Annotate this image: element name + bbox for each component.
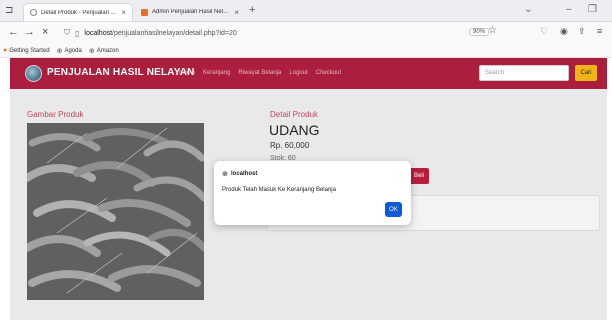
tab-detail-produk[interactable]: Detail Produk - Penjualan Hasil × xyxy=(23,3,133,21)
tab-list-icon[interactable]: ⊐ xyxy=(5,5,13,16)
menu-home[interactable]: Home xyxy=(179,70,195,76)
zoom-level[interactable]: 90% xyxy=(469,28,490,36)
menu-keranjang[interactable]: Keranjang xyxy=(203,70,230,76)
url-path: /penjualanhasilnelayan/detail.php?id=20 xyxy=(112,29,237,37)
site-favicon-icon xyxy=(141,8,148,16)
pocket-icon[interactable]: ♡ xyxy=(540,26,548,37)
shield-icon: ⛉ xyxy=(64,28,70,37)
bookmark-star-icon[interactable]: ☆ xyxy=(488,25,497,36)
menu-icon[interactable]: ≡ xyxy=(597,26,602,36)
minimize-icon[interactable]: – xyxy=(566,4,572,15)
search-input[interactable]: Search xyxy=(479,65,569,81)
globe-icon xyxy=(30,9,37,16)
account-icon[interactable]: ◉ xyxy=(560,26,568,37)
alert-dialog: ⊕ localhost Produk Telah Masuk Ke Keranj… xyxy=(214,161,411,225)
globe-icon: ⊕ xyxy=(56,47,63,55)
image-heading: Gambar Produk xyxy=(27,110,84,119)
page-icon: ▯ xyxy=(75,28,80,38)
restore-icon[interactable]: ❐ xyxy=(588,4,597,15)
main-menu: Home Keranjang Riwayat Belanja Logout Ch… xyxy=(179,70,349,76)
product-price: Rp. 60,000 xyxy=(270,141,310,150)
url-bar[interactable]: ⛉ ▯ localhost/penjualanhasilnelayan/deta… xyxy=(64,25,534,41)
bookmark-amazon[interactable]: ⊕ Amazon xyxy=(89,47,119,55)
product-name: UDANG xyxy=(269,122,320,138)
search-button[interactable]: Cari xyxy=(575,65,597,81)
menu-logout[interactable]: Logout xyxy=(289,70,307,76)
share-icon[interactable]: ⇪ xyxy=(578,26,586,37)
browser-tab-strip: ⊐ Detail Produk - Penjualan Hasil × Admi… xyxy=(0,0,612,22)
product-image xyxy=(27,123,204,300)
bookmarks-bar: ● Getting Started ⊕ Agoda ⊕ Amazon xyxy=(0,44,612,58)
browser-nav-bar: ← → × ⛉ ▯ localhost/penjualanhasilnelaya… xyxy=(0,22,612,44)
tab-admin[interactable]: Admin Penjualan Hasil Nelayan × xyxy=(135,3,245,21)
dialog-message: Produk Telah Masuk Ke Keranjang Belanja xyxy=(222,187,336,193)
firefox-icon: ● xyxy=(3,47,8,54)
close-tab-icon[interactable]: × xyxy=(234,8,239,17)
shrimp-photo xyxy=(27,123,204,300)
close-tab-icon[interactable]: × xyxy=(121,8,126,17)
dialog-host: localhost xyxy=(231,171,258,177)
globe-icon: ⊕ xyxy=(222,171,228,178)
menu-checkout[interactable]: Checkout xyxy=(316,70,341,76)
brand-title[interactable]: PENJUALAN HASIL NELAYAN xyxy=(47,67,195,78)
forward-arrow-icon[interactable]: → xyxy=(24,26,35,38)
back-arrow-icon[interactable]: ← xyxy=(8,26,19,38)
globe-icon: ⊕ xyxy=(88,47,95,55)
ok-button[interactable]: OK xyxy=(385,202,402,217)
menu-riwayat-belanja[interactable]: Riwayat Belanja xyxy=(238,70,281,76)
logo[interactable] xyxy=(25,65,42,82)
bookmark-getting-started[interactable]: ● Getting Started xyxy=(3,47,50,54)
new-tab-button[interactable]: + xyxy=(249,4,255,16)
url-host: localhost xyxy=(84,29,113,37)
buy-button[interactable]: Beli xyxy=(409,168,429,184)
site-header: PENJUALAN HASIL NELAYAN Home Keranjang R… xyxy=(10,58,607,89)
chevron-down-icon[interactable]: ⌄ xyxy=(524,4,532,15)
bookmark-agoda[interactable]: ⊕ Agoda xyxy=(57,47,82,55)
tab-label: Detail Produk - Penjualan Hasil xyxy=(41,9,118,16)
tab-label: Admin Penjualan Hasil Nelayan xyxy=(152,9,231,15)
reload-close-icon[interactable]: × xyxy=(42,26,48,38)
detail-heading: Detail Produk xyxy=(270,110,319,119)
